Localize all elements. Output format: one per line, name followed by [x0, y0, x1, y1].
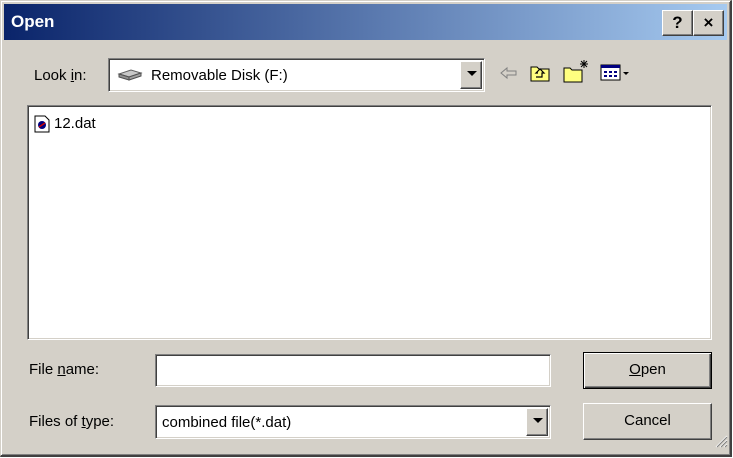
- file-type-label-text-end: ype:: [85, 413, 115, 430]
- file-name-label: File name:: [29, 361, 99, 378]
- file-name-label-accesskey: n: [57, 361, 66, 378]
- close-icon: ×: [703, 13, 714, 32]
- up-one-level-icon[interactable]: [529, 62, 553, 89]
- look-in-label-text-end: n:: [74, 67, 87, 84]
- file-name-label-text: File: [29, 361, 58, 378]
- window-title: Open: [11, 12, 55, 31]
- file-name-input[interactable]: [155, 354, 551, 387]
- file-type-dropdown-button[interactable]: [526, 408, 548, 436]
- back-arrow-icon[interactable]: [499, 65, 519, 86]
- cancel-button[interactable]: Cancel: [583, 403, 712, 440]
- new-folder-icon[interactable]: [562, 58, 590, 89]
- look-in-combo[interactable]: Removable Disk (F:): [108, 58, 485, 92]
- removable-disk-icon: [117, 68, 143, 87]
- open-button-label: pen: [640, 361, 666, 378]
- look-in-label: Look in:: [34, 67, 87, 84]
- open-button[interactable]: Open: [583, 352, 712, 389]
- help-button[interactable]: ?: [662, 10, 693, 36]
- file-type-combo[interactable]: combined file(*.dat): [155, 405, 551, 439]
- file-name-label-text-end: ame:: [65, 361, 100, 378]
- open-dialog: Open ? × Look in: Removable Disk (F:) 12…: [0, 0, 732, 457]
- cancel-button-label: Cancel: [624, 412, 671, 429]
- resize-grip-icon[interactable]: [714, 434, 728, 453]
- file-type-label: Files of type:: [29, 413, 114, 430]
- look-in-dropdown-button[interactable]: [460, 61, 482, 89]
- file-type-label-text: Files of: [29, 413, 82, 430]
- help-icon: ?: [672, 13, 683, 32]
- file-type-value: combined file(*.dat): [162, 414, 292, 431]
- look-in-label-text: Look: [34, 67, 71, 84]
- file-list[interactable]: 12.dat: [27, 105, 712, 340]
- close-button[interactable]: ×: [693, 10, 724, 36]
- view-menu-icon[interactable]: [600, 63, 632, 88]
- dat-file-icon: [34, 115, 50, 138]
- title-bar[interactable]: Open ? ×: [4, 4, 727, 40]
- open-button-accesskey: O: [629, 361, 641, 378]
- file-name: 12.dat: [54, 115, 96, 132]
- look-in-value: Removable Disk (F:): [151, 67, 288, 84]
